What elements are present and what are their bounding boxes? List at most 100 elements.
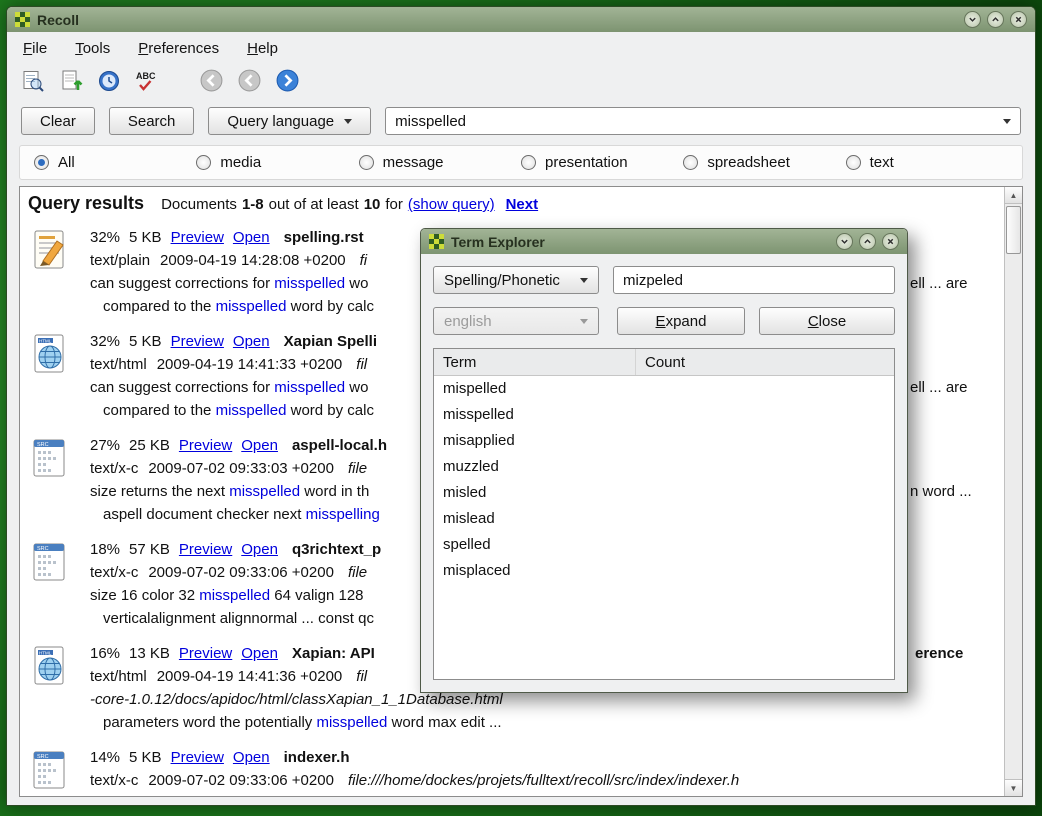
search-row: Clear Search Query language [7, 102, 1035, 143]
term-row[interactable]: mispelled [434, 376, 894, 402]
result-title: indexer.h [284, 749, 350, 766]
next-page-link[interactable]: Next [506, 196, 539, 213]
term-cell: mislead [434, 506, 636, 532]
relevance-percent: 27% [90, 437, 120, 454]
filter-presentation[interactable]: presentation [521, 154, 683, 171]
query-language-dropdown[interactable]: Query language [208, 107, 371, 135]
svg-text:HTML: HTML [39, 339, 52, 344]
term-mode-dropdown[interactable]: Spelling/Phonetic [433, 266, 599, 294]
open-link[interactable]: Open [241, 541, 278, 558]
count-cell [636, 428, 654, 454]
file-size: 25 KB [129, 437, 170, 454]
preview-link[interactable]: Preview [171, 333, 224, 350]
nav-back2-button[interactable] [236, 67, 263, 94]
svg-text:SRC: SRC [37, 754, 49, 760]
recoll-logo-icon [429, 234, 444, 249]
save-document-icon [59, 69, 83, 93]
filter-label: presentation [545, 154, 628, 171]
open-link[interactable]: Open [241, 645, 278, 662]
term-row[interactable]: misspelled [434, 402, 894, 428]
result-title: Xapian Spelli [284, 333, 377, 350]
preview-link[interactable]: Preview [179, 645, 232, 662]
query-input[interactable] [395, 113, 1003, 130]
menu-tools[interactable]: Tools [75, 40, 110, 57]
file-size: 13 KB [129, 645, 170, 662]
filter-all[interactable]: All [34, 154, 196, 171]
show-query-link[interactable]: (show query) [408, 196, 495, 213]
close-dialog-button[interactable]: Close [759, 307, 895, 335]
doc-url: fi [360, 252, 368, 269]
menu-file[interactable]: File [23, 40, 47, 57]
maximize-button[interactable] [987, 11, 1004, 28]
dialog-titlebar[interactable]: Term Explorer [421, 229, 907, 254]
term-row[interactable]: misplaced [434, 558, 894, 584]
menu-help[interactable]: Help [247, 40, 278, 57]
doc-url: file:///home/dockes/projets/fulltext/rec… [348, 772, 739, 789]
window-titlebar[interactable]: Recoll [7, 7, 1035, 32]
chevron-down-icon[interactable] [1003, 119, 1011, 124]
open-link[interactable]: Open [233, 229, 270, 246]
preview-link[interactable]: Preview [179, 437, 232, 454]
minimize-button[interactable] [836, 233, 853, 250]
filter-text[interactable]: text [846, 154, 1008, 171]
term-cell: misspelled [434, 402, 636, 428]
recoll-logo-icon [15, 12, 30, 27]
radio-icon [359, 155, 374, 170]
scroll-thumb[interactable] [1006, 206, 1021, 254]
menu-preferences[interactable]: Preferences [138, 40, 219, 57]
filter-label: text [870, 154, 894, 171]
docs-total: 10 [364, 196, 381, 213]
mime-type: text/html [90, 356, 147, 373]
clear-button[interactable]: Clear [21, 107, 95, 135]
term-input[interactable] [613, 266, 895, 294]
term-cell: misplaced [434, 558, 636, 584]
open-link[interactable]: Open [233, 333, 270, 350]
term-row[interactable]: misapplied [434, 428, 894, 454]
term-row[interactable]: mislead [434, 506, 894, 532]
tool-history-button[interactable] [95, 67, 122, 94]
mime-type: text/x-c [90, 564, 138, 581]
filter-spreadsheet[interactable]: spreadsheet [683, 154, 845, 171]
tool-spell-button[interactable]: ABC [133, 67, 160, 94]
preview-link[interactable]: Preview [171, 229, 224, 246]
radio-icon [683, 155, 698, 170]
document-search-icon [21, 69, 45, 93]
scroll-up-button[interactable]: ▲ [1005, 187, 1022, 204]
doc-date: 2009-07-02 09:33:03 +0200 [148, 460, 334, 477]
tool-save-button[interactable] [57, 67, 84, 94]
file-size: 57 KB [129, 541, 170, 558]
query-combobox[interactable] [385, 107, 1021, 135]
open-link[interactable]: Open [233, 749, 270, 766]
open-link[interactable]: Open [241, 437, 278, 454]
expand-button[interactable]: Expand [617, 307, 745, 335]
tool-search-button[interactable] [19, 67, 46, 94]
term-row[interactable]: muzzled [434, 454, 894, 480]
nav-back-button[interactable] [198, 67, 225, 94]
term-column-header[interactable]: Term [434, 349, 636, 375]
chevron-down-icon [344, 119, 352, 124]
nav-forward-button[interactable] [274, 67, 301, 94]
minimize-button[interactable] [964, 11, 981, 28]
count-column-header[interactable]: Count [636, 354, 694, 371]
scroll-down-button[interactable]: ▼ [1005, 779, 1022, 796]
dialog-title: Term Explorer [451, 234, 545, 250]
term-row[interactable]: misled [434, 480, 894, 506]
forward-icon [275, 68, 300, 93]
preview-link[interactable]: Preview [179, 541, 232, 558]
search-button[interactable]: Search [109, 107, 195, 135]
matched-term: misspelled [216, 402, 287, 419]
term-table-header: Term Count [434, 349, 894, 376]
doc-date: 2009-07-02 09:33:06 +0200 [148, 564, 334, 581]
close-button[interactable] [1010, 11, 1027, 28]
filter-media[interactable]: media [196, 154, 358, 171]
preview-link[interactable]: Preview [171, 749, 224, 766]
scrollbar[interactable]: ▲ ▼ [1004, 187, 1022, 796]
docs-label: Documents [161, 196, 237, 213]
term-row[interactable]: spelled [434, 532, 894, 558]
close-button[interactable] [882, 233, 899, 250]
chevron-down-icon [580, 319, 588, 324]
maximize-button[interactable] [859, 233, 876, 250]
text-file-icon [28, 226, 76, 318]
filter-message[interactable]: message [359, 154, 521, 171]
doc-url: file [348, 460, 367, 477]
